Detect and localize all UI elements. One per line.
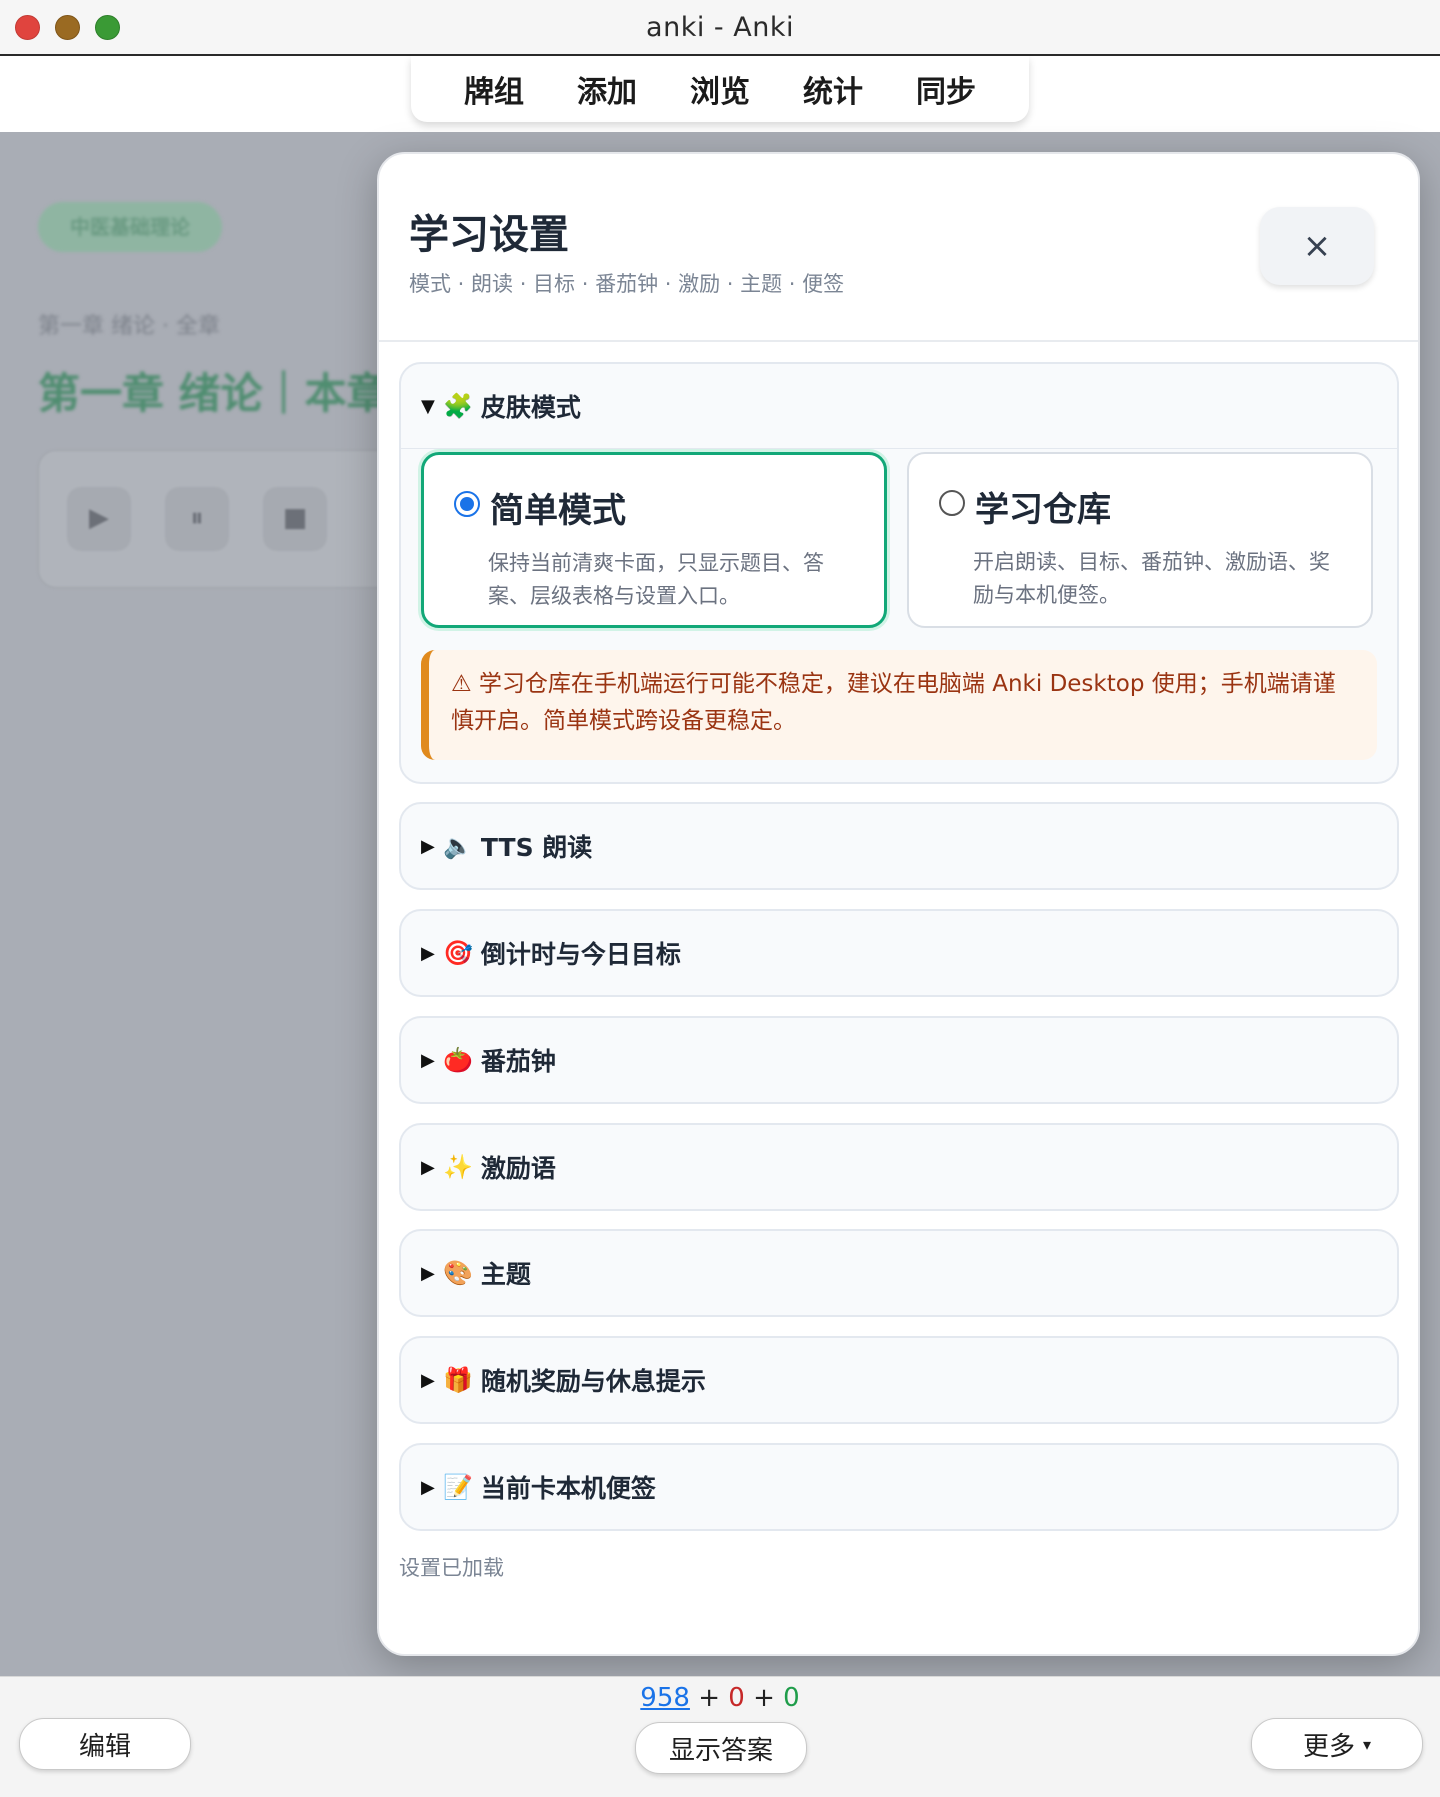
mode-option-simple[interactable]: 简单模式 保持当前清爽卡面，只显示题目、答案、层级表格与设置入口。 bbox=[421, 452, 887, 628]
section-label: 皮肤模式 bbox=[480, 393, 581, 422]
settings-status-text: 设置已加载 bbox=[399, 1556, 504, 1580]
count-separator: + bbox=[753, 1683, 775, 1713]
reviewer-bottom-bar: 958 + 0 + 0 编辑 显示答案 更多 ▾ bbox=[0, 1676, 1440, 1797]
study-settings-modal: 学习设置 模式 · 朗读 · 目标 · 番茄钟 · 激励 · 主题 · 便签 ×… bbox=[377, 152, 1420, 1656]
section-label: 倒计时与今日目标 bbox=[480, 940, 681, 969]
new-count[interactable]: 958 bbox=[640, 1683, 690, 1713]
background-pause-button: ⏸ bbox=[165, 487, 229, 551]
background-card-heading: 第一章 绪论｜本章 bbox=[38, 369, 389, 418]
section-pomodoro[interactable]: ▶ 🍅 番茄钟 bbox=[399, 1016, 1399, 1104]
section-divider bbox=[401, 448, 1397, 449]
background-stop-button: ■ bbox=[263, 487, 327, 551]
section-header[interactable]: ▶ ✨ 激励语 bbox=[421, 1125, 556, 1209]
collapsed-arrow-icon: ▶ bbox=[421, 1369, 435, 1391]
menu-browse[interactable]: 浏览 bbox=[690, 67, 750, 111]
review-count: 0 bbox=[783, 1683, 800, 1713]
section-theme[interactable]: ▶ 🎨 主题 bbox=[399, 1229, 1399, 1317]
section-label: 番茄钟 bbox=[480, 1047, 556, 1076]
window-titlebar: anki - Anki bbox=[0, 0, 1440, 56]
mode-option-study-repo[interactable]: 学习仓库 开启朗读、目标、番茄钟、激励语、奖励与本机便签。 bbox=[907, 452, 1373, 628]
close-icon: × bbox=[1302, 226, 1332, 266]
section-header[interactable]: ▶ 🎯 倒计时与今日目标 bbox=[421, 911, 681, 995]
play-icon: ▶ bbox=[89, 503, 109, 533]
section-skin-mode-header[interactable]: ▼ 🧩 皮肤模式 bbox=[421, 364, 581, 448]
section-tts[interactable]: ▶ 🔈 TTS 朗读 bbox=[399, 802, 1399, 890]
mode-option-description: 开启朗读、目标、番茄钟、激励语、奖励与本机便签。 bbox=[973, 550, 1330, 607]
collapsed-arrow-icon: ▶ bbox=[421, 1262, 435, 1284]
learn-count: 0 bbox=[728, 1683, 745, 1713]
section-label: 激励语 bbox=[480, 1154, 556, 1183]
sparkles-icon: ✨ bbox=[443, 1153, 473, 1181]
gift-icon: 🎁 bbox=[443, 1366, 473, 1394]
modal-subtitle: 模式 · 朗读 · 目标 · 番茄钟 · 激励 · 主题 · 便签 bbox=[409, 272, 845, 296]
window-title: anki - Anki bbox=[646, 12, 794, 43]
target-icon: 🎯 bbox=[443, 939, 473, 967]
section-header[interactable]: ▶ 🎁 随机奖励与休息提示 bbox=[421, 1338, 706, 1422]
collapsed-arrow-icon: ▶ bbox=[421, 835, 435, 857]
section-header[interactable]: ▶ 🔈 TTS 朗读 bbox=[421, 804, 592, 888]
section-notes[interactable]: ▶ 📝 当前卡本机便签 bbox=[399, 1443, 1399, 1531]
section-countdown-goal[interactable]: ▶ 🎯 倒计时与今日目标 bbox=[399, 909, 1399, 997]
radio-selected-icon[interactable] bbox=[454, 491, 480, 517]
background-play-button: ▶ bbox=[67, 487, 131, 551]
menu-decks[interactable]: 牌组 bbox=[464, 67, 524, 111]
collapsed-arrow-icon: ▶ bbox=[421, 1156, 435, 1178]
pause-icon: ⏸ bbox=[190, 503, 204, 533]
show-answer-button[interactable]: 显示答案 bbox=[635, 1722, 807, 1774]
radio-unselected-icon[interactable] bbox=[939, 490, 965, 516]
edit-button[interactable]: 编辑 bbox=[19, 1718, 191, 1770]
memo-icon: 📝 bbox=[443, 1473, 473, 1501]
mode-option-description: 保持当前清爽卡面，只显示题目、答案、层级表格与设置入口。 bbox=[488, 551, 824, 608]
more-button[interactable]: 更多 ▾ bbox=[1251, 1718, 1423, 1770]
count-separator: + bbox=[698, 1683, 720, 1713]
section-skin-mode: ▼ 🧩 皮肤模式 简单模式 保持当前清爽卡面，只显示题目、答案、层级表格与设置入… bbox=[399, 362, 1399, 784]
background-breadcrumb: 第一章 绪论 · 全章 bbox=[38, 314, 220, 339]
section-header[interactable]: ▶ 📝 当前卡本机便签 bbox=[421, 1445, 656, 1529]
puzzle-icon: 🧩 bbox=[443, 392, 473, 420]
section-header[interactable]: ▶ 🍅 番茄钟 bbox=[421, 1018, 556, 1102]
expanded-arrow-icon: ▼ bbox=[421, 395, 435, 417]
close-button[interactable]: × bbox=[1260, 207, 1374, 285]
section-rewards[interactable]: ▶ 🎁 随机奖励与休息提示 bbox=[399, 1336, 1399, 1424]
mode-option-title: 学习仓库 bbox=[975, 490, 1111, 530]
modal-title: 学习设置 bbox=[409, 212, 569, 258]
collapsed-arrow-icon: ▶ bbox=[421, 1049, 435, 1071]
section-label: 随机奖励与休息提示 bbox=[480, 1367, 706, 1396]
speaker-icon: 🔈 bbox=[443, 832, 473, 860]
palette-icon: 🎨 bbox=[443, 1259, 473, 1287]
more-label: 更多 bbox=[1302, 1731, 1355, 1762]
stop-icon: ■ bbox=[282, 503, 308, 533]
tomato-icon: 🍅 bbox=[443, 1046, 473, 1074]
menu-add[interactable]: 添加 bbox=[577, 67, 637, 111]
menu-sync[interactable]: 同步 bbox=[916, 67, 976, 111]
dropdown-caret-icon: ▾ bbox=[1362, 1734, 1372, 1754]
section-label: 当前卡本机便签 bbox=[480, 1474, 656, 1503]
collapsed-arrow-icon: ▶ bbox=[421, 1476, 435, 1498]
section-header[interactable]: ▶ 🎨 主题 bbox=[421, 1231, 531, 1315]
menu-stats[interactable]: 统计 bbox=[803, 67, 863, 111]
mode-option-title: 简单模式 bbox=[490, 491, 626, 531]
collapsed-arrow-icon: ▶ bbox=[421, 942, 435, 964]
due-counts: 958 + 0 + 0 bbox=[0, 1683, 1440, 1713]
mobile-warning-notice: ⚠ 学习仓库在手机端运行可能不稳定，建议在电脑端 Anki Desktop 使用… bbox=[421, 650, 1377, 760]
background-deck-tag: 中医基础理论 bbox=[38, 202, 222, 252]
section-label: 主题 bbox=[480, 1260, 531, 1289]
modal-header-divider bbox=[379, 340, 1418, 342]
main-menu: 牌组 添加 浏览 统计 同步 bbox=[411, 56, 1029, 122]
section-motivation[interactable]: ▶ ✨ 激励语 bbox=[399, 1123, 1399, 1211]
section-label: TTS 朗读 bbox=[480, 833, 593, 862]
